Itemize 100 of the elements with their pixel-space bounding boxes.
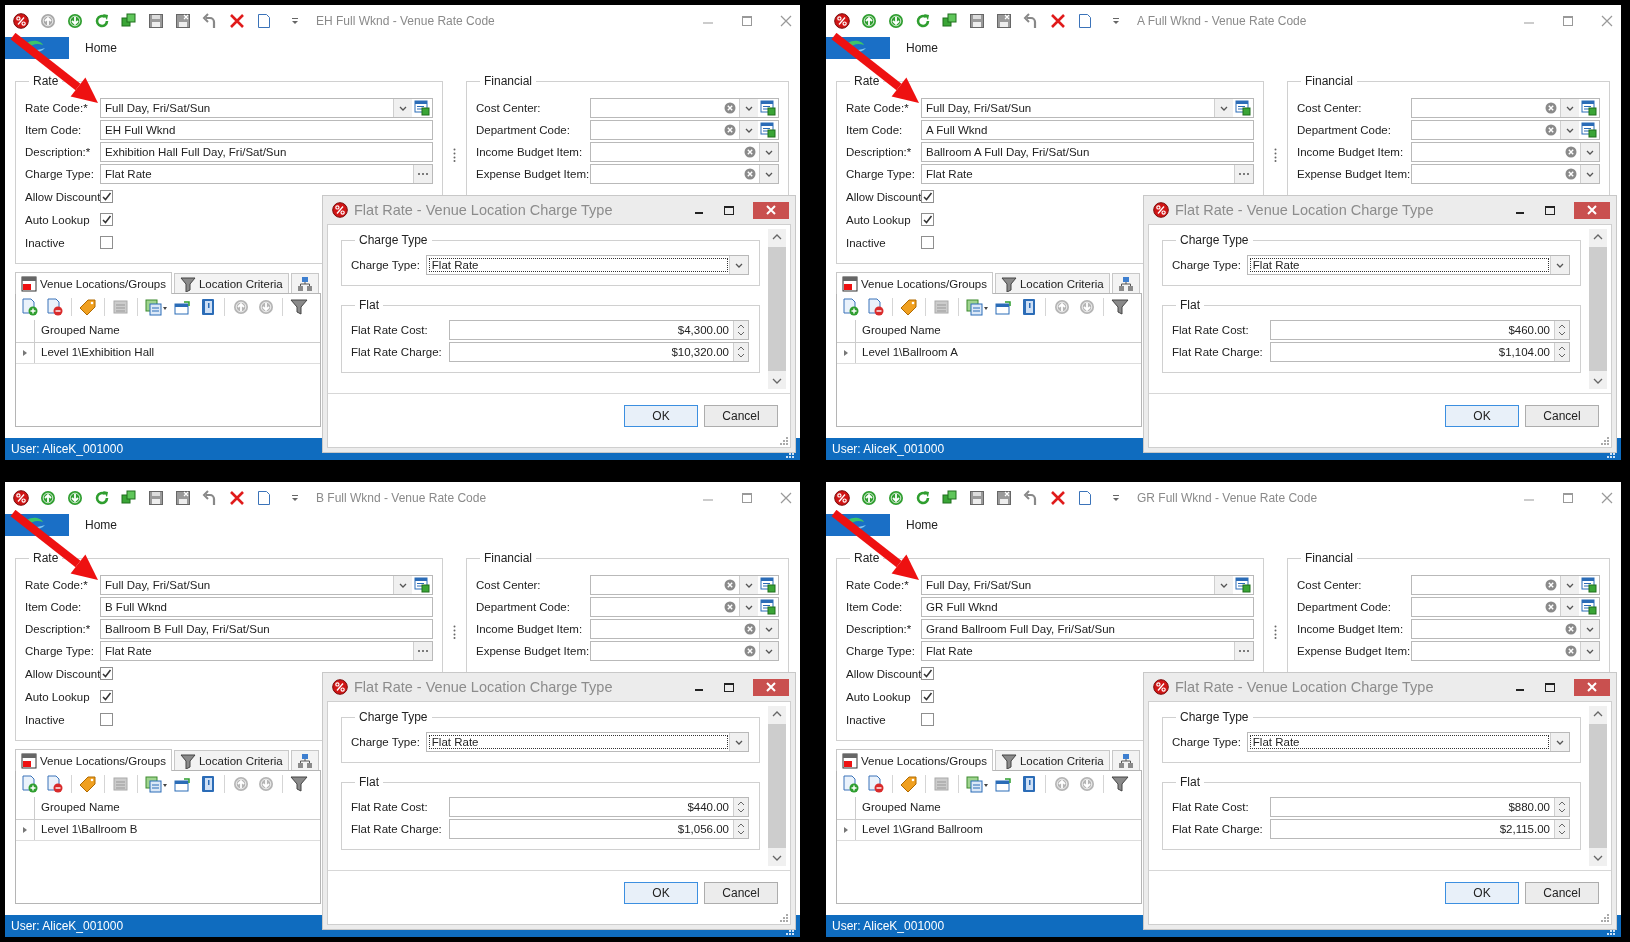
ribbon-tab[interactable]: Home <box>85 518 117 532</box>
combo-field[interactable] <box>590 619 779 639</box>
input-field[interactable]: Flat Rate <box>921 641 1254 661</box>
tab[interactable]: Location Criteria <box>994 273 1110 293</box>
clear-icon[interactable] <box>1565 623 1577 635</box>
tab[interactable] <box>290 750 319 770</box>
number-field[interactable]: $4,300.00 <box>449 320 749 340</box>
close-button[interactable] <box>1574 678 1610 696</box>
caret-icon[interactable] <box>291 494 299 502</box>
clear-icon[interactable] <box>724 601 736 613</box>
number-field[interactable]: $2,115.00 <box>1270 819 1570 839</box>
add-document-icon[interactable] <box>842 775 860 793</box>
tab[interactable]: Venue Locations/Groups <box>15 272 172 294</box>
add-document-icon[interactable] <box>21 298 39 316</box>
column-header[interactable]: Grouped Name <box>35 320 320 342</box>
lookup-icon[interactable] <box>1235 100 1251 116</box>
input-field[interactable]: EH Full Wknd <box>100 120 433 140</box>
undo-icon[interactable] <box>1023 13 1039 29</box>
book-icon[interactable] <box>199 298 217 316</box>
input-field[interactable]: Exhibition Hall Full Day, Fri/Sat/Sun <box>100 142 433 162</box>
checkbox[interactable] <box>100 667 113 680</box>
tag-icon[interactable] <box>79 775 97 793</box>
combo-field[interactable]: Flat Rate <box>425 732 749 752</box>
combo-field[interactable]: Flat Rate <box>1246 732 1570 752</box>
app-icon[interactable] <box>13 490 29 506</box>
undo-icon[interactable] <box>1023 490 1039 506</box>
resize-grip-icon[interactable] <box>780 437 788 445</box>
window-icon[interactable] <box>174 775 192 793</box>
combo-field[interactable]: Full Day, Fri/Sat/Sun <box>921 98 1254 118</box>
expand-icon[interactable] <box>842 349 850 357</box>
undo-icon[interactable] <box>202 490 218 506</box>
close-icon[interactable] <box>1601 492 1613 504</box>
close-icon[interactable] <box>780 15 792 27</box>
number-field[interactable]: $1,104.00 <box>1270 342 1570 362</box>
checkbox[interactable] <box>921 213 934 226</box>
lookup-icon[interactable] <box>760 122 776 138</box>
column-header[interactable]: Grouped Name <box>856 797 1141 819</box>
splitter-handle[interactable] <box>1274 625 1277 639</box>
clear-icon[interactable] <box>1545 102 1557 114</box>
checkbox[interactable] <box>921 713 934 726</box>
input-field[interactable]: Flat Rate <box>100 641 433 661</box>
window-icon[interactable] <box>174 298 192 316</box>
checkbox[interactable] <box>921 667 934 680</box>
clear-icon[interactable] <box>1565 168 1577 180</box>
tab[interactable]: Venue Locations/Groups <box>836 749 993 771</box>
funnel-icon[interactable] <box>290 298 308 316</box>
checkbox[interactable] <box>921 236 934 249</box>
app-icon[interactable] <box>1153 679 1169 695</box>
checkbox[interactable] <box>921 190 934 203</box>
up-arrow-icon[interactable] <box>861 490 877 506</box>
number-field[interactable]: $10,320.00 <box>449 342 749 362</box>
app-icon[interactable] <box>834 490 850 506</box>
down-arrow-icon[interactable] <box>888 13 904 29</box>
combo-field[interactable] <box>1411 641 1600 661</box>
add-document-icon[interactable] <box>21 775 39 793</box>
lookup-icon[interactable] <box>1581 122 1597 138</box>
down-arrow-icon[interactable] <box>67 490 83 506</box>
dialog-button[interactable]: Cancel <box>704 405 778 427</box>
close-button[interactable] <box>753 678 789 696</box>
save-icon[interactable] <box>969 490 985 506</box>
spin-button[interactable] <box>733 321 748 339</box>
remove-document-icon[interactable] <box>46 298 64 316</box>
close-button[interactable] <box>753 201 789 219</box>
lookup-icon[interactable] <box>760 577 776 593</box>
document-icon[interactable] <box>1077 13 1093 29</box>
dialog-button[interactable]: OK <box>1445 882 1519 904</box>
maximize-icon[interactable] <box>1544 204 1556 216</box>
dialog-button[interactable]: OK <box>1445 405 1519 427</box>
spin-button[interactable] <box>1554 798 1569 816</box>
clear-icon[interactable] <box>744 623 756 635</box>
tab[interactable] <box>290 273 319 293</box>
window-icon[interactable] <box>995 775 1013 793</box>
funnel-icon[interactable] <box>290 775 308 793</box>
expand-icon[interactable] <box>21 826 29 834</box>
save-icon[interactable] <box>148 13 164 29</box>
combo-field[interactable] <box>590 142 779 162</box>
number-field[interactable]: $880.00 <box>1270 797 1570 817</box>
tab[interactable] <box>1111 273 1140 293</box>
column-header[interactable]: Grouped Name <box>856 320 1141 342</box>
lookup-icon[interactable] <box>1581 599 1597 615</box>
clear-icon[interactable] <box>724 124 736 136</box>
close-icon[interactable] <box>1601 15 1613 27</box>
save-close-icon[interactable] <box>175 13 191 29</box>
up-arrow-icon[interactable] <box>40 490 56 506</box>
combo-field[interactable]: Flat Rate <box>1246 255 1570 275</box>
lookup-icon[interactable] <box>1235 577 1251 593</box>
app-icon[interactable] <box>332 679 348 695</box>
ribbon-tab[interactable]: Home <box>906 41 938 55</box>
spin-button[interactable] <box>733 343 748 361</box>
more-button[interactable] <box>1234 165 1253 183</box>
combo-field[interactable] <box>590 597 779 617</box>
clear-icon[interactable] <box>744 168 756 180</box>
ribbon-tab[interactable]: Home <box>85 41 117 55</box>
combo-field[interactable] <box>590 120 779 140</box>
splitter-handle[interactable] <box>1274 148 1277 162</box>
checkbox[interactable] <box>100 213 113 226</box>
clear-icon[interactable] <box>1565 146 1577 158</box>
combo-field[interactable] <box>590 164 779 184</box>
combo-field[interactable] <box>1411 575 1600 595</box>
book-icon[interactable] <box>199 775 217 793</box>
